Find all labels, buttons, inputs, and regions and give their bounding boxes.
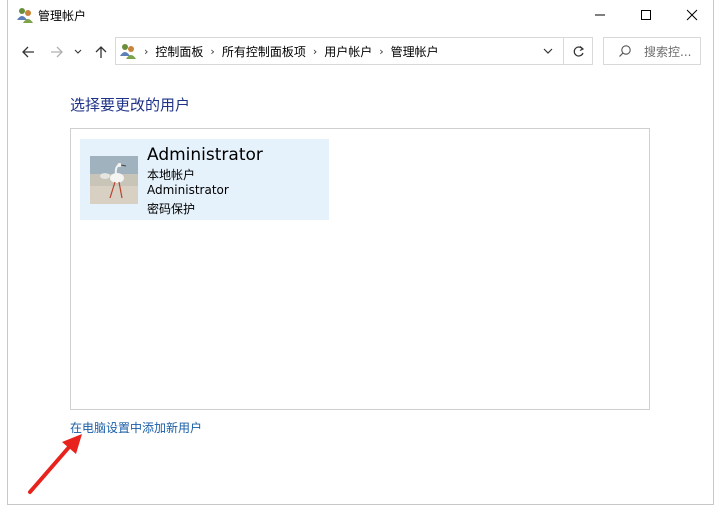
maximize-button[interactable] (623, 0, 669, 30)
breadcrumb-separator: › (379, 44, 384, 58)
breadcrumb-all-items[interactable]: 所有控制面板项 (222, 43, 306, 60)
breadcrumb-manage-accounts[interactable]: 管理帐户 (391, 43, 439, 60)
account-type: 本地帐户 (147, 168, 196, 182)
red-arrow-icon (28, 434, 82, 494)
address-history-dropdown[interactable] (534, 38, 562, 64)
page-heading: 选择要更改的用户 (70, 96, 191, 114)
search-placeholder: 搜索控... (644, 44, 692, 59)
navigation-bar: › 控制面板 › 所有控制面板项 › 用户帐户 › 管理帐户 搜索控... (8, 36, 713, 68)
users-icon (16, 6, 34, 24)
breadcrumb-separator: › (210, 44, 215, 58)
minimize-button[interactable] (577, 0, 623, 30)
close-icon (686, 9, 698, 21)
back-button[interactable] (18, 42, 38, 62)
minimize-icon (595, 14, 605, 16)
address-bar[interactable]: › 控制面板 › 所有控制面板项 › 用户帐户 › 管理帐户 (115, 37, 593, 65)
maximize-icon (641, 10, 651, 20)
user-tile-administrator[interactable]: Administrator 本地帐户 Administrator 密码保护 (80, 139, 329, 220)
title-bar: 管理帐户 (8, 0, 713, 30)
breadcrumb-separator: › (312, 44, 318, 58)
user-name: Administrator (147, 145, 263, 165)
chevron-down-icon (543, 48, 553, 54)
arrow-right-icon (51, 46, 63, 58)
breadcrumb-user-accounts[interactable]: 用户帐户 (324, 43, 372, 60)
chevron-down-icon (74, 49, 82, 54)
search-icon (619, 45, 631, 57)
manage-accounts-window: 管理帐户 › 控制面板 › 所有控制面板项 › 用户帐户 › 管理帐户 搜索控.… (7, 0, 714, 505)
search-box[interactable]: 搜索控... (603, 37, 701, 65)
arrow-up-icon (95, 46, 107, 58)
users-icon (119, 42, 137, 60)
refresh-button[interactable] (563, 38, 592, 64)
user-list: Administrator 本地帐户 Administrator 密码保护 (70, 128, 650, 410)
breadcrumb-separator: › (144, 44, 149, 58)
arrow-left-icon (22, 46, 34, 58)
forward-button[interactable] (47, 42, 67, 62)
bird-photo-avatar (90, 156, 138, 204)
close-button[interactable] (669, 0, 715, 30)
up-button[interactable] (91, 42, 111, 62)
account-group: Administrator (147, 183, 229, 197)
refresh-icon (573, 45, 584, 57)
recent-locations-button[interactable] (71, 42, 85, 62)
window-title: 管理帐户 (38, 9, 87, 23)
breadcrumb-control-panel[interactable]: 控制面板 (155, 43, 203, 60)
password-status: 密码保护 (147, 202, 196, 216)
